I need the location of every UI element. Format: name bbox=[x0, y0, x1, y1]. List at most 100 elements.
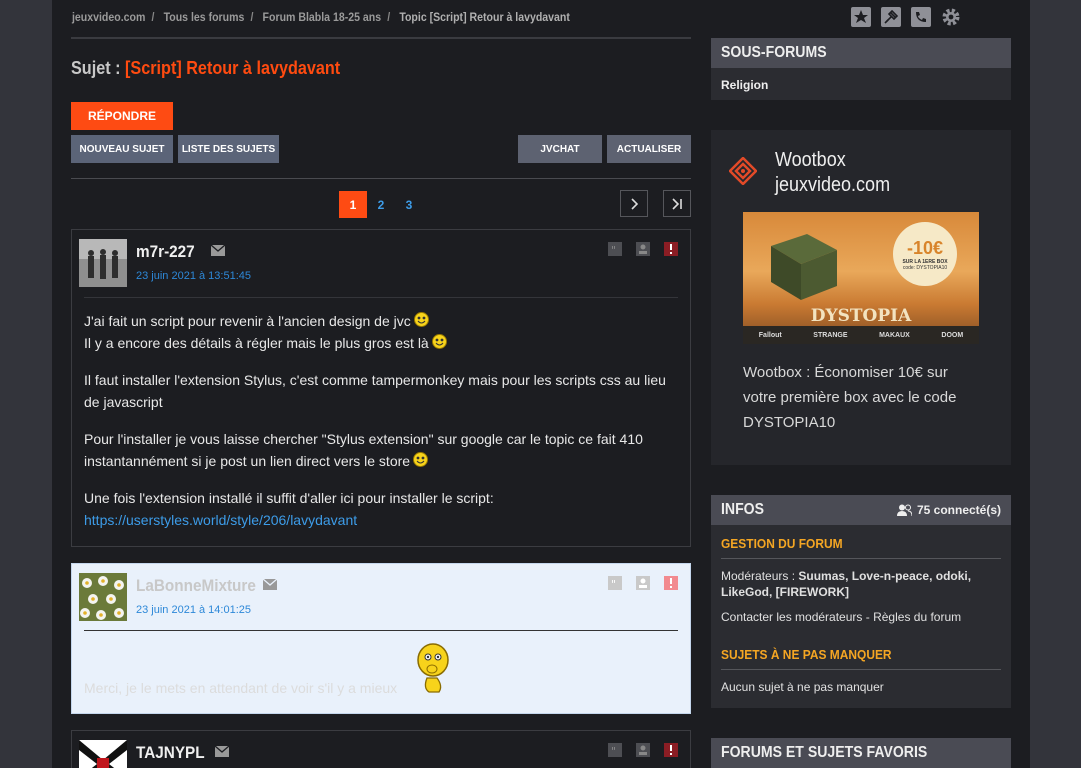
post-content: Merci, je le mets en attendant de voir s… bbox=[84, 677, 678, 699]
must-text: Aucun sujet à ne pas manquer bbox=[721, 680, 884, 694]
author-name[interactable]: LaBonneMixture bbox=[136, 576, 256, 596]
infos-header: Infos 75 connecté(s) bbox=[711, 495, 1011, 525]
banner-name: DYSTOPIA bbox=[810, 306, 912, 326]
infos-block: Infos 75 connecté(s) Gestion du forum Mo… bbox=[711, 495, 1011, 708]
subforums-block: Sous-forums Religion bbox=[711, 38, 1011, 100]
svg-text:": " bbox=[611, 578, 616, 590]
block-user-icon[interactable] bbox=[636, 576, 650, 590]
smiley-icon bbox=[413, 452, 429, 467]
divider bbox=[71, 37, 691, 39]
subforums-header: Sous-forums bbox=[711, 38, 1011, 68]
wootbox-logo-icon bbox=[729, 157, 757, 185]
subforum-religion[interactable]: Religion bbox=[711, 68, 1011, 102]
quote-icon[interactable]: " bbox=[608, 743, 622, 758]
post: LaBonneMixture 23 juin 2021 à 14:01:25 "… bbox=[71, 563, 691, 714]
pagination: 1 2 3 bbox=[339, 191, 423, 218]
last-page-icon bbox=[672, 197, 682, 210]
pin-icon[interactable] bbox=[881, 7, 901, 27]
avatar[interactable] bbox=[79, 239, 127, 287]
breadcrumb-topic: Topic [Script] Retour à lavydavant bbox=[399, 10, 570, 24]
wootbox-block: Wootbox jeuxvideo.com -10€ SUR LA 1ERE B… bbox=[711, 130, 1011, 465]
thinking-smiley-icon bbox=[417, 643, 449, 693]
wootbox-description[interactable]: Wootbox : Économiser 10€ sur votre premi… bbox=[743, 360, 979, 435]
post-date[interactable]: 23 juin 2021 à 14:01:25 bbox=[136, 604, 251, 616]
post: TAJNYPL " bbox=[71, 730, 691, 768]
favorites-header[interactable]: Forums et sujets favoris bbox=[711, 738, 1011, 768]
wootbox-banner[interactable]: -10€ SUR LA 1ERE BOX code: DYSTOPIA10 DY… bbox=[743, 212, 979, 344]
banner-logos: Fallout STRANGE MAKAUX DOOM bbox=[743, 326, 979, 344]
avatar[interactable] bbox=[79, 740, 127, 768]
report-icon[interactable] bbox=[664, 743, 678, 757]
must-title: Sujets à ne pas manquer bbox=[721, 647, 892, 662]
subject-label: Sujet : bbox=[71, 58, 121, 78]
post-actions: " bbox=[608, 576, 678, 591]
post-divider bbox=[84, 297, 678, 298]
reply-button[interactable]: Répondre bbox=[71, 102, 173, 130]
block-user-icon[interactable] bbox=[636, 743, 650, 757]
post: m7r-227 23 juin 2021 à 13:51:45 " J'ai f… bbox=[71, 229, 691, 547]
post-text: Il y a encore des détails à régler mais … bbox=[84, 335, 429, 351]
quote-icon[interactable]: " bbox=[608, 242, 622, 257]
post-actions: " bbox=[608, 743, 678, 758]
chevron-right-icon bbox=[631, 197, 639, 210]
contact-moderators-link[interactable]: Contacter les modérateurs bbox=[721, 610, 862, 624]
post-text: Merci, je le mets en attendant de voir s… bbox=[84, 680, 398, 696]
favorites-block: Forums et sujets favoris bbox=[711, 738, 1011, 768]
post-actions: " bbox=[608, 242, 678, 257]
jvchat-button[interactable]: JVCHAT bbox=[518, 135, 602, 163]
breadcrumb: jeuxvideo.com / Tous les forums / Forum Bl… bbox=[72, 10, 570, 24]
last-page-button[interactable] bbox=[663, 190, 691, 217]
page-title: Sujet : [Script] Retour à lavydavant bbox=[71, 58, 340, 79]
author-name[interactable]: m7r-227 bbox=[136, 242, 195, 262]
star-icon[interactable] bbox=[851, 7, 871, 27]
subject-title: [Script] Retour à lavydavant bbox=[125, 58, 341, 78]
wootbox-title[interactable]: Wootbox jeuxvideo.com bbox=[775, 148, 890, 198]
smiley-icon bbox=[413, 312, 429, 327]
new-topic-button[interactable]: Nouveau sujet bbox=[71, 135, 173, 163]
script-link[interactable]: https://userstyles.world/style/206/lavyd… bbox=[84, 512, 357, 528]
report-icon[interactable] bbox=[664, 576, 678, 590]
page-3-button[interactable]: 3 bbox=[395, 191, 423, 218]
forum-links: Contacter les modérateurs - Règles du fo… bbox=[721, 610, 962, 624]
next-page-button[interactable] bbox=[620, 190, 648, 217]
smiley-icon bbox=[431, 334, 447, 349]
report-icon[interactable] bbox=[664, 242, 678, 256]
users-icon bbox=[896, 504, 912, 516]
divider bbox=[71, 178, 691, 179]
page: jeuxvideo.com / Tous les forums / Forum Bl… bbox=[52, 0, 1030, 768]
post-divider bbox=[84, 630, 678, 631]
price-badge: -10€ SUR LA 1ERE BOX code: DYSTOPIA10 bbox=[893, 222, 957, 286]
main-column: jeuxvideo.com / Tous les forums / Forum Bl… bbox=[71, 0, 691, 768]
author-name[interactable]: TAJNYPL bbox=[136, 743, 205, 763]
post-text: Pour l'installer je vous laisse chercher… bbox=[84, 431, 643, 469]
post-text: Une fois l'extension installé il suffit … bbox=[84, 490, 494, 506]
post-text: Il faut installer l'extension Stylus, c'… bbox=[84, 372, 666, 410]
gear-icon[interactable] bbox=[941, 7, 961, 27]
post-date[interactable]: 23 juin 2021 à 13:51:45 bbox=[136, 270, 251, 282]
phone-icon[interactable] bbox=[911, 7, 931, 27]
refresh-button[interactable]: Actualiser bbox=[607, 135, 691, 163]
divider bbox=[721, 558, 1001, 559]
avatar[interactable] bbox=[79, 573, 127, 621]
box-icon bbox=[771, 234, 837, 300]
mail-icon[interactable] bbox=[263, 579, 277, 590]
forum-rules-link[interactable]: Règles du forum bbox=[873, 610, 961, 624]
page-2-button[interactable]: 2 bbox=[367, 191, 395, 218]
svg-text:": " bbox=[611, 244, 616, 256]
moderators: Modérateurs : Suumas, Love-n-peace, odok… bbox=[721, 569, 972, 599]
connected-count[interactable]: 75 connecté(s) bbox=[896, 503, 1001, 517]
gestion-title: Gestion du forum bbox=[721, 536, 843, 551]
page-1-button[interactable]: 1 bbox=[339, 191, 367, 218]
topic-list-button[interactable]: Liste des sujets bbox=[178, 135, 279, 163]
mail-icon[interactable] bbox=[211, 245, 225, 256]
svg-text:": " bbox=[611, 745, 616, 757]
mail-icon[interactable] bbox=[215, 746, 229, 757]
post-content: J'ai fait un script pour revenir à l'anc… bbox=[84, 310, 678, 546]
breadcrumb-forum[interactable]: Forum Blabla 18-25 ans bbox=[263, 10, 382, 24]
quote-icon[interactable]: " bbox=[608, 576, 622, 591]
block-user-icon[interactable] bbox=[636, 242, 650, 256]
breadcrumb-all-forums[interactable]: Tous les forums bbox=[164, 10, 245, 24]
post-text: J'ai fait un script pour revenir à l'anc… bbox=[84, 313, 411, 329]
divider bbox=[721, 669, 1001, 670]
breadcrumb-home[interactable]: jeuxvideo.com bbox=[72, 10, 145, 24]
